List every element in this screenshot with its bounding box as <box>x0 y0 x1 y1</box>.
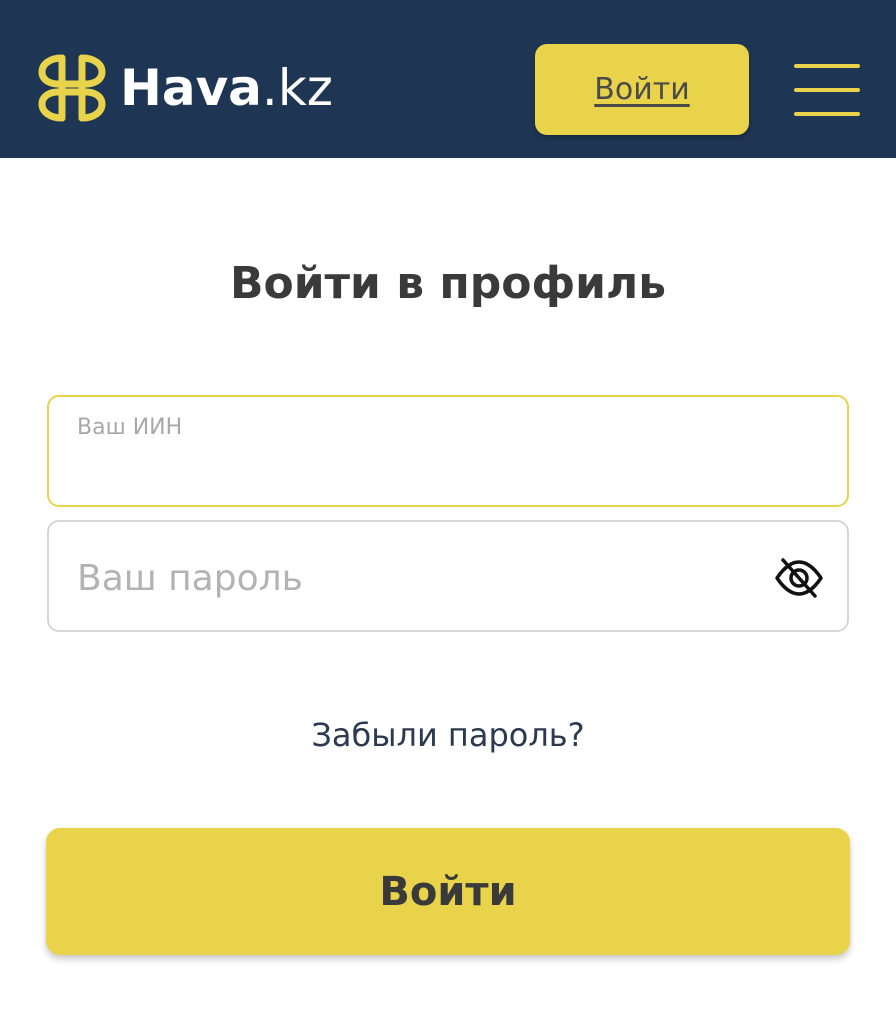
logo-brand: Hava <box>120 59 262 117</box>
menu-button[interactable] <box>794 64 860 116</box>
iin-field[interactable]: Ваш ИИН <box>47 395 849 507</box>
forgot-password-link[interactable]: Забыли пароль? <box>0 716 896 754</box>
page-title: Войти в профиль <box>229 258 667 309</box>
site-header: Hava.kz Войти <box>0 0 896 158</box>
password-field[interactable] <box>47 520 849 632</box>
password-input[interactable] <box>77 550 757 606</box>
logo-ornament-icon <box>38 54 106 122</box>
toggle-password-visibility-button[interactable] <box>773 556 825 600</box>
iin-input[interactable] <box>77 451 817 491</box>
logo-tld: .kz <box>261 59 334 117</box>
logo-text: Hava.kz <box>120 52 333 124</box>
logo[interactable]: Hava.kz <box>36 52 333 124</box>
iin-label: Ваш ИИН <box>77 415 183 440</box>
header-login-button[interactable]: Войти <box>535 44 749 135</box>
submit-login-button[interactable]: Войти <box>46 828 850 955</box>
eye-off-icon <box>775 558 823 598</box>
